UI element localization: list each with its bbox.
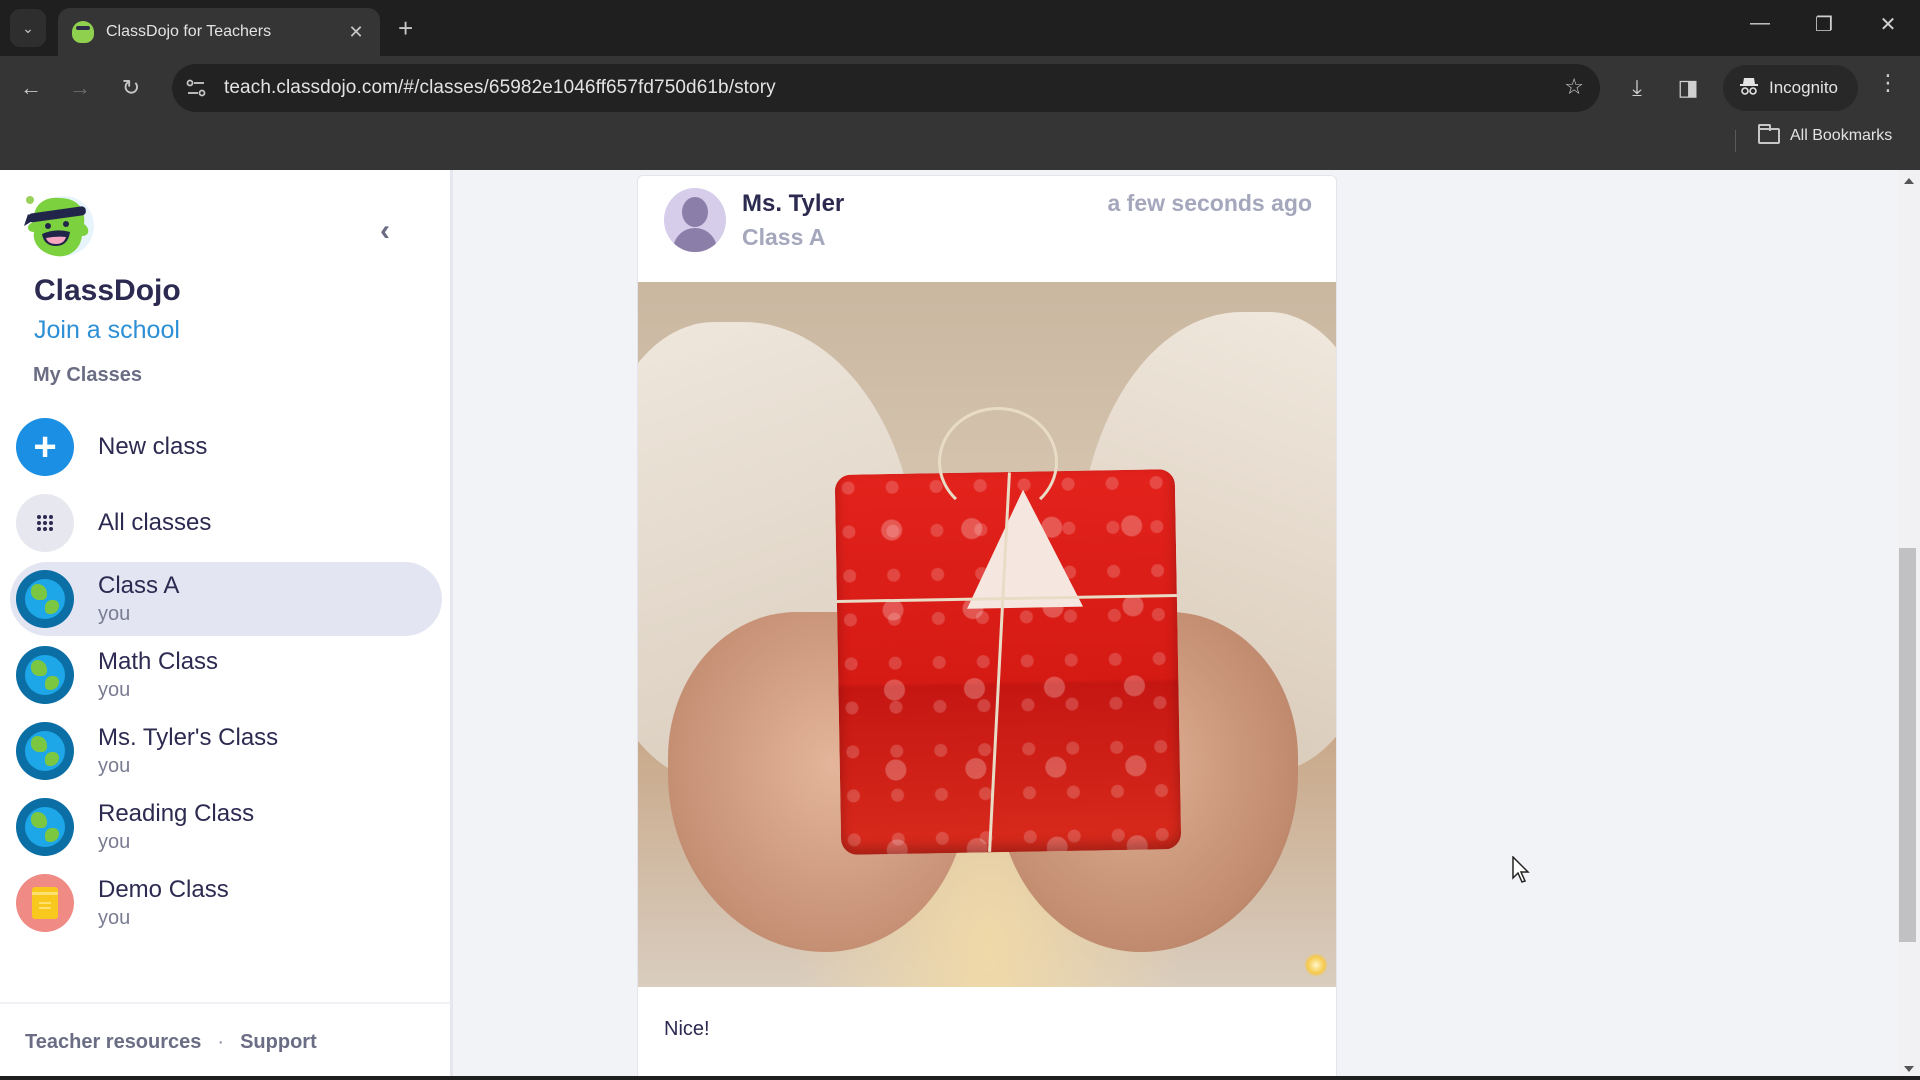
side-panel-icon[interactable]: ◨ [1672, 72, 1704, 104]
close-window-button[interactable]: ✕ [1868, 12, 1908, 37]
reload-button[interactable]: ↻ [114, 71, 148, 105]
sidebar-item-demo-class[interactable]: Demo Class you [10, 866, 442, 940]
notebook-icon [16, 874, 74, 932]
all-bookmarks-label: All Bookmarks [1790, 127, 1893, 144]
sidebar-item-reading-class[interactable]: Reading Class you [10, 790, 442, 864]
globe-icon [16, 798, 74, 856]
arrow-right-icon: → [69, 75, 91, 100]
join-school-link[interactable]: Join a school [34, 316, 180, 345]
story-post: Ms. Tyler Class A a few seconds ago Nice… [637, 175, 1337, 1080]
restore-button[interactable]: ❐ [1804, 12, 1844, 37]
globe-icon [16, 570, 74, 628]
bookmark-star-icon[interactable]: ☆ [1564, 74, 1584, 100]
support-link[interactable]: Support [240, 1031, 317, 1054]
collapse-sidebar-button[interactable]: ‹ [380, 214, 390, 248]
class-owner: you [98, 603, 131, 625]
url-text[interactable]: teach.classdojo.com/#/classes/65982e1046… [224, 77, 776, 99]
browser-toolbar: ← → ↻ teach.classdojo.com/#/classes/6598… [0, 56, 1920, 120]
author-avatar[interactable] [664, 188, 726, 252]
folder-icon [1758, 124, 1780, 144]
sidebar: ‹ ClassDojo Join a school My Classes + N… [0, 170, 453, 1080]
incognito-label: Incognito [1769, 78, 1838, 97]
mouse-cursor-icon [1512, 855, 1532, 889]
all-classes-button[interactable]: All classes [10, 486, 442, 560]
new-class-label: New class [98, 433, 208, 460]
plus-icon: + [16, 418, 74, 476]
new-class-button[interactable]: + New class [10, 410, 442, 484]
download-icon[interactable]: ⤓ [1621, 72, 1653, 104]
bookmarks-bar: All Bookmarks [0, 120, 1920, 170]
back-button[interactable]: ← [14, 71, 48, 105]
class-owner: you [98, 831, 131, 853]
close-tab-icon[interactable]: ✕ [346, 22, 366, 43]
tab-title: ClassDojo for Teachers [106, 23, 272, 40]
scrollbar-thumb[interactable] [1899, 548, 1916, 942]
classdojo-favicon-icon [72, 21, 94, 43]
classdojo-logo-icon[interactable] [24, 192, 96, 260]
reload-icon: ↻ [121, 75, 141, 100]
page-content: ‹ ClassDojo Join a school My Classes + N… [0, 170, 1920, 1080]
tab-search-button[interactable]: ⌄ [10, 9, 46, 47]
sidebar-footer: Teacher resources · Support [0, 1002, 450, 1080]
post-class: Class A [742, 224, 826, 250]
class-name: Demo Class [98, 876, 229, 903]
class-name: Class A [98, 572, 180, 599]
footer-separator: · [217, 1030, 225, 1053]
class-name: Reading Class [98, 800, 255, 827]
sidebar-item-math-class[interactable]: Math Class you [10, 638, 442, 712]
post-author: Ms. Tyler [742, 190, 845, 217]
arrow-left-icon: ← [20, 75, 42, 100]
all-bookmarks-button[interactable]: All Bookmarks [1758, 124, 1893, 145]
all-classes-label: All classes [98, 509, 212, 536]
browser-menu-icon[interactable]: ⋮ [1876, 70, 1900, 96]
scroll-down-arrow-icon[interactable] [1904, 1066, 1914, 1072]
grid-icon [16, 494, 74, 552]
class-owner: you [98, 755, 131, 777]
incognito-indicator[interactable]: Incognito [1723, 65, 1858, 111]
gift-box [834, 469, 1182, 855]
globe-icon [16, 646, 74, 704]
class-owner: you [98, 907, 131, 929]
class-owner: you [98, 679, 131, 701]
post-timestamp: a few seconds ago [1107, 190, 1312, 216]
minimize-button[interactable]: — [1740, 12, 1780, 35]
sidebar-item-ms-tylers-class[interactable]: Ms. Tyler's Class you [10, 714, 442, 788]
post-image[interactable] [638, 282, 1336, 987]
scroll-up-arrow-icon[interactable] [1904, 178, 1914, 184]
class-name: Ms. Tyler's Class [98, 724, 279, 751]
incognito-icon [1739, 76, 1759, 101]
address-bar[interactable]: teach.classdojo.com/#/classes/65982e1046… [172, 64, 1600, 112]
new-tab-button[interactable]: + [398, 12, 413, 44]
browser-tab-bar: ⌄ ClassDojo for Teachers ✕ + — ❐ ✕ [0, 0, 1920, 56]
class-name: Math Class [98, 648, 219, 675]
bookmarks-divider [1735, 130, 1736, 152]
page-scrollbar[interactable] [1898, 170, 1920, 1080]
sidebar-item-class-a[interactable]: Class A you [10, 562, 442, 636]
site-info-icon[interactable] [182, 74, 210, 102]
globe-icon [16, 722, 74, 780]
forward-button[interactable]: → [63, 71, 97, 105]
chevron-down-icon: ⌄ [22, 19, 34, 36]
teacher-resources-link[interactable]: Teacher resources [25, 1031, 201, 1054]
browser-tab[interactable]: ClassDojo for Teachers ✕ [58, 8, 380, 56]
post-caption: Nice! [664, 1018, 710, 1040]
taskbar-edge [0, 1076, 1920, 1080]
brand-name: ClassDojo [34, 274, 181, 307]
my-classes-heading: My Classes [33, 364, 142, 386]
